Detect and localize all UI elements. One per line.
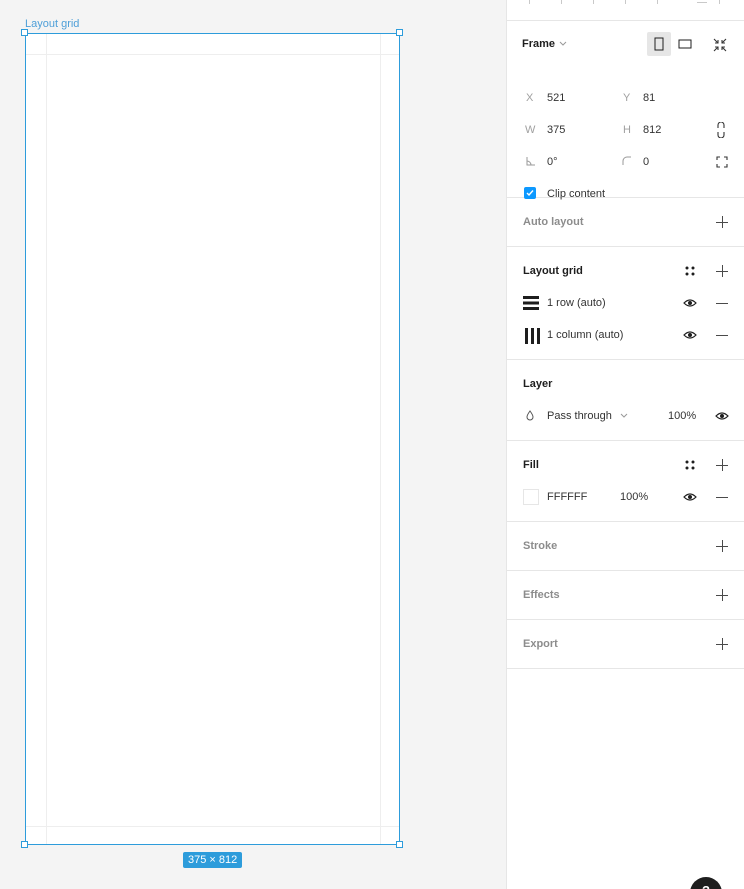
chevron-down-icon[interactable] (559, 40, 567, 48)
h-input[interactable]: 812 (643, 124, 661, 136)
portrait-orientation-icon[interactable] (647, 32, 671, 56)
layout-grid-title: Layout grid (523, 265, 583, 277)
effects-title: Effects (523, 589, 560, 601)
rotation-icon (525, 155, 537, 167)
x-label: X (526, 92, 534, 104)
add-export-icon[interactable] (716, 638, 728, 650)
resize-handle-top-left[interactable] (21, 29, 28, 36)
resize-handle-bottom-left[interactable] (21, 841, 28, 848)
chevron-down-icon[interactable] (620, 413, 628, 419)
grid-rows-icon[interactable] (523, 296, 539, 310)
add-auto-layout-icon[interactable] (716, 216, 728, 228)
add-stroke-icon[interactable] (716, 540, 728, 552)
remove-grid-column-icon[interactable] (716, 335, 728, 336)
y-label: Y (623, 92, 631, 104)
resize-to-fit-icon[interactable] (713, 38, 727, 52)
corner-radius-icon (621, 155, 633, 167)
remove-grid-row-icon[interactable] (716, 303, 728, 304)
canvas[interactable]: Layout grid 375 × 812 (0, 0, 506, 889)
layer-section: Layer Pass through 100% (507, 360, 744, 441)
h-label: H (623, 124, 631, 136)
export-section: Export (507, 620, 744, 669)
independent-corners-icon[interactable] (715, 155, 729, 169)
grid-styles-icon[interactable] (685, 266, 695, 276)
stroke-title: Stroke (523, 540, 558, 552)
eye-icon[interactable] (683, 492, 697, 502)
properties-panel: Frame X 521 Y 81 W 375 H 812 0° 0 Clip c… (506, 0, 744, 889)
x-input[interactable]: 521 (547, 92, 565, 104)
fill-hex-input[interactable]: FFFFFF (547, 491, 587, 503)
y-input[interactable]: 81 (643, 92, 655, 104)
layout-grid-column-line (46, 34, 47, 844)
size-badge: 375 × 812 (183, 852, 243, 868)
eye-icon[interactable] (715, 411, 729, 421)
resize-handle-top-right[interactable] (396, 29, 403, 36)
resize-handle-bottom-right[interactable] (396, 841, 403, 848)
rotation-input[interactable]: 0° (547, 156, 558, 168)
auto-layout-section: Auto layout (507, 198, 744, 247)
blend-mode-drop-icon (526, 410, 534, 421)
layout-grid-column-line (380, 34, 381, 844)
fill-styles-icon[interactable] (685, 460, 695, 470)
add-fill-icon[interactable] (716, 459, 728, 471)
auto-layout-title: Auto layout (523, 216, 584, 228)
remove-fill-icon[interactable] (716, 497, 728, 498)
frame-title[interactable]: Frame (522, 38, 555, 50)
layer-title: Layer (523, 378, 553, 390)
export-title: Export (523, 638, 558, 650)
layout-grid-section: Layout grid 1 row (auto) 1 column (auto) (507, 247, 744, 360)
effects-section: Effects (507, 571, 744, 620)
layout-grid-row-line (26, 826, 399, 827)
eye-icon[interactable] (683, 298, 697, 308)
w-input[interactable]: 375 (547, 124, 565, 136)
add-layout-grid-icon[interactable] (716, 265, 728, 277)
grid-item-label-row[interactable]: 1 row (auto) (547, 297, 606, 309)
fill-section: Fill FFFFFF 100% (507, 441, 744, 522)
fill-color-swatch[interactable] (523, 489, 539, 505)
layout-grid-row-line (26, 54, 399, 55)
frame-name-label[interactable]: Layout grid (25, 18, 79, 30)
landscape-orientation-icon[interactable] (673, 32, 697, 56)
layer-opacity-input[interactable]: 100% (668, 410, 696, 422)
fill-opacity-input[interactable]: 100% (620, 491, 648, 503)
selected-frame[interactable] (25, 33, 400, 845)
top-toolbar-strip (507, 0, 744, 21)
grid-columns-icon[interactable] (524, 328, 540, 344)
grid-item-label-column[interactable]: 1 column (auto) (547, 329, 623, 341)
frame-section: Frame X 521 Y 81 W 375 H 812 0° 0 Clip c… (507, 21, 744, 200)
blend-mode-select[interactable]: Pass through (547, 410, 612, 422)
corner-radius-input[interactable]: 0 (643, 156, 649, 168)
w-label: W (525, 124, 536, 136)
constrain-proportions-icon[interactable] (716, 122, 726, 138)
eye-icon[interactable] (683, 330, 697, 340)
fill-title: Fill (523, 459, 539, 471)
add-effect-icon[interactable] (716, 589, 728, 601)
stroke-section: Stroke (507, 522, 744, 571)
